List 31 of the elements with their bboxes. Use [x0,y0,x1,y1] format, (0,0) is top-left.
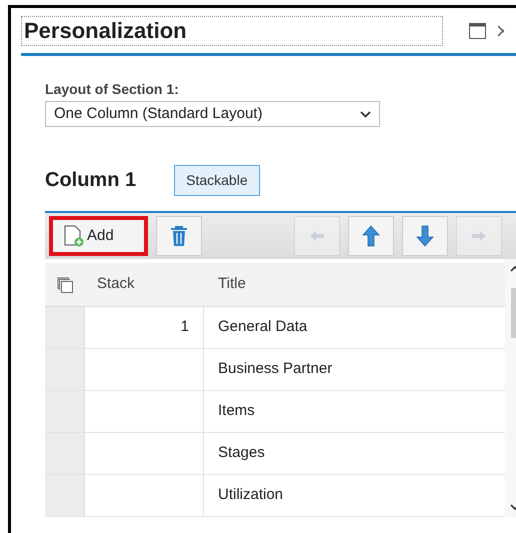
row-selector[interactable] [45,307,85,348]
down-arrow-icon [416,225,434,247]
stackable-button[interactable]: Stackable [174,164,260,196]
left-arrow-icon [309,230,325,242]
table-cell-text: General Data [217,317,308,338]
row-selector[interactable] [45,391,85,432]
column-header: Stack [96,274,136,294]
chevron-down-icon [360,110,371,118]
new-document-icon [63,225,85,247]
row-selector[interactable] [45,349,85,390]
trash-icon [170,225,188,247]
column-header: Title [217,274,246,294]
right-arrow-icon [471,230,487,242]
column-heading: Column 1 [45,168,136,193]
table-cell: 1 [85,307,204,348]
row-selector[interactable] [45,475,85,516]
add-button[interactable]: Add [49,216,148,256]
down-button[interactable] [402,216,448,256]
field-label: Layout of Section 1: [45,80,180,98]
table-cell-text: Utilization [217,485,284,506]
up-arrow-icon [362,225,380,247]
layout-dropdown[interactable]: One Column (Standard Layout) [45,101,380,127]
window-title: Personalization [21,16,443,46]
select-all-icon[interactable] [57,276,73,292]
row-selector[interactable] [45,433,85,474]
table-cell-text: Items [217,401,255,422]
maximize-icon[interactable] [469,22,486,38]
delete-button[interactable] [156,216,202,256]
table-cell-text: Stages [217,443,265,464]
table-cell-text: Business Partner [217,359,332,380]
up-button[interactable] [348,216,394,256]
